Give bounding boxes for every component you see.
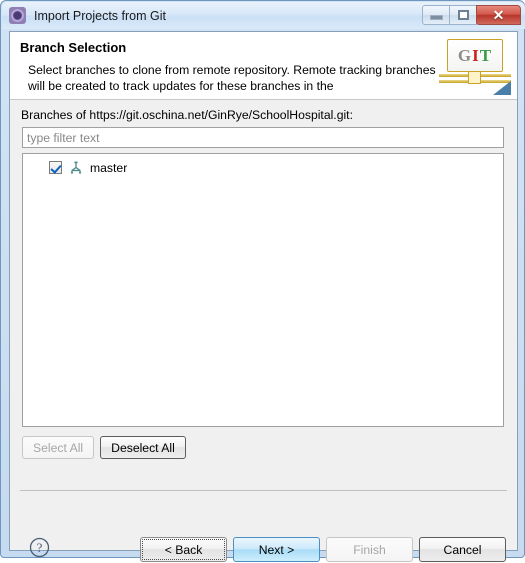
git-branch-icon — [68, 160, 84, 176]
list-item[interactable]: master — [23, 158, 503, 177]
minimize-button[interactable] — [422, 4, 450, 25]
page-description: Select branches to clone from remote rep… — [28, 63, 436, 93]
page-content: Branches of https://git.oschina.net/GinR… — [10, 100, 517, 485]
close-icon: ✕ — [492, 6, 505, 23]
git-logo-t: T — [479, 45, 493, 65]
footer-separator — [20, 490, 507, 491]
branch-checkbox[interactable] — [49, 161, 62, 174]
back-button[interactable]: < Back — [140, 537, 227, 562]
branch-list[interactable]: master — [22, 153, 504, 427]
maximize-button[interactable] — [449, 4, 477, 25]
git-logo-i: I — [472, 45, 480, 65]
svg-text:?: ? — [37, 540, 43, 555]
title-bar[interactable]: Import Projects from Git ✕ — [2, 2, 525, 29]
dialog-body: Branch Selection Select branches to clon… — [9, 31, 518, 562]
deselect-all-button[interactable]: Deselect All — [100, 436, 186, 459]
finish-button[interactable]: Finish — [326, 537, 413, 562]
window-title: Import Projects from Git — [34, 8, 166, 23]
branch-name: master — [90, 160, 128, 175]
page-title: Branch Selection — [20, 40, 127, 55]
banner-triangle-icon — [493, 81, 511, 95]
help-icon[interactable]: ? — [29, 537, 50, 558]
window-controls: ✕ — [422, 4, 521, 25]
git-logo-g: G — [457, 45, 473, 65]
dialog-window: Import Projects from Git ✕ Branch Select… — [0, 0, 525, 562]
minimize-icon — [429, 14, 443, 20]
cancel-button[interactable]: Cancel — [419, 537, 506, 562]
select-all-button[interactable]: Select All — [22, 436, 95, 459]
next-button[interactable]: Next > — [233, 537, 320, 562]
branches-label: Branches of https://git.oschina.net/GinR… — [21, 108, 353, 122]
git-logo-icon: GIT — [447, 39, 503, 72]
close-button[interactable]: ✕ — [476, 4, 521, 25]
maximize-icon — [457, 9, 469, 20]
footer-buttons: < Back Next > Finish Cancel — [140, 537, 506, 562]
selection-buttons: Select All Deselect All — [22, 436, 186, 459]
git-logo-knob — [468, 71, 481, 84]
wizard-banner: Branch Selection Select branches to clon… — [10, 32, 517, 100]
eclipse-import-icon — [9, 7, 26, 24]
filter-input[interactable] — [22, 127, 504, 148]
